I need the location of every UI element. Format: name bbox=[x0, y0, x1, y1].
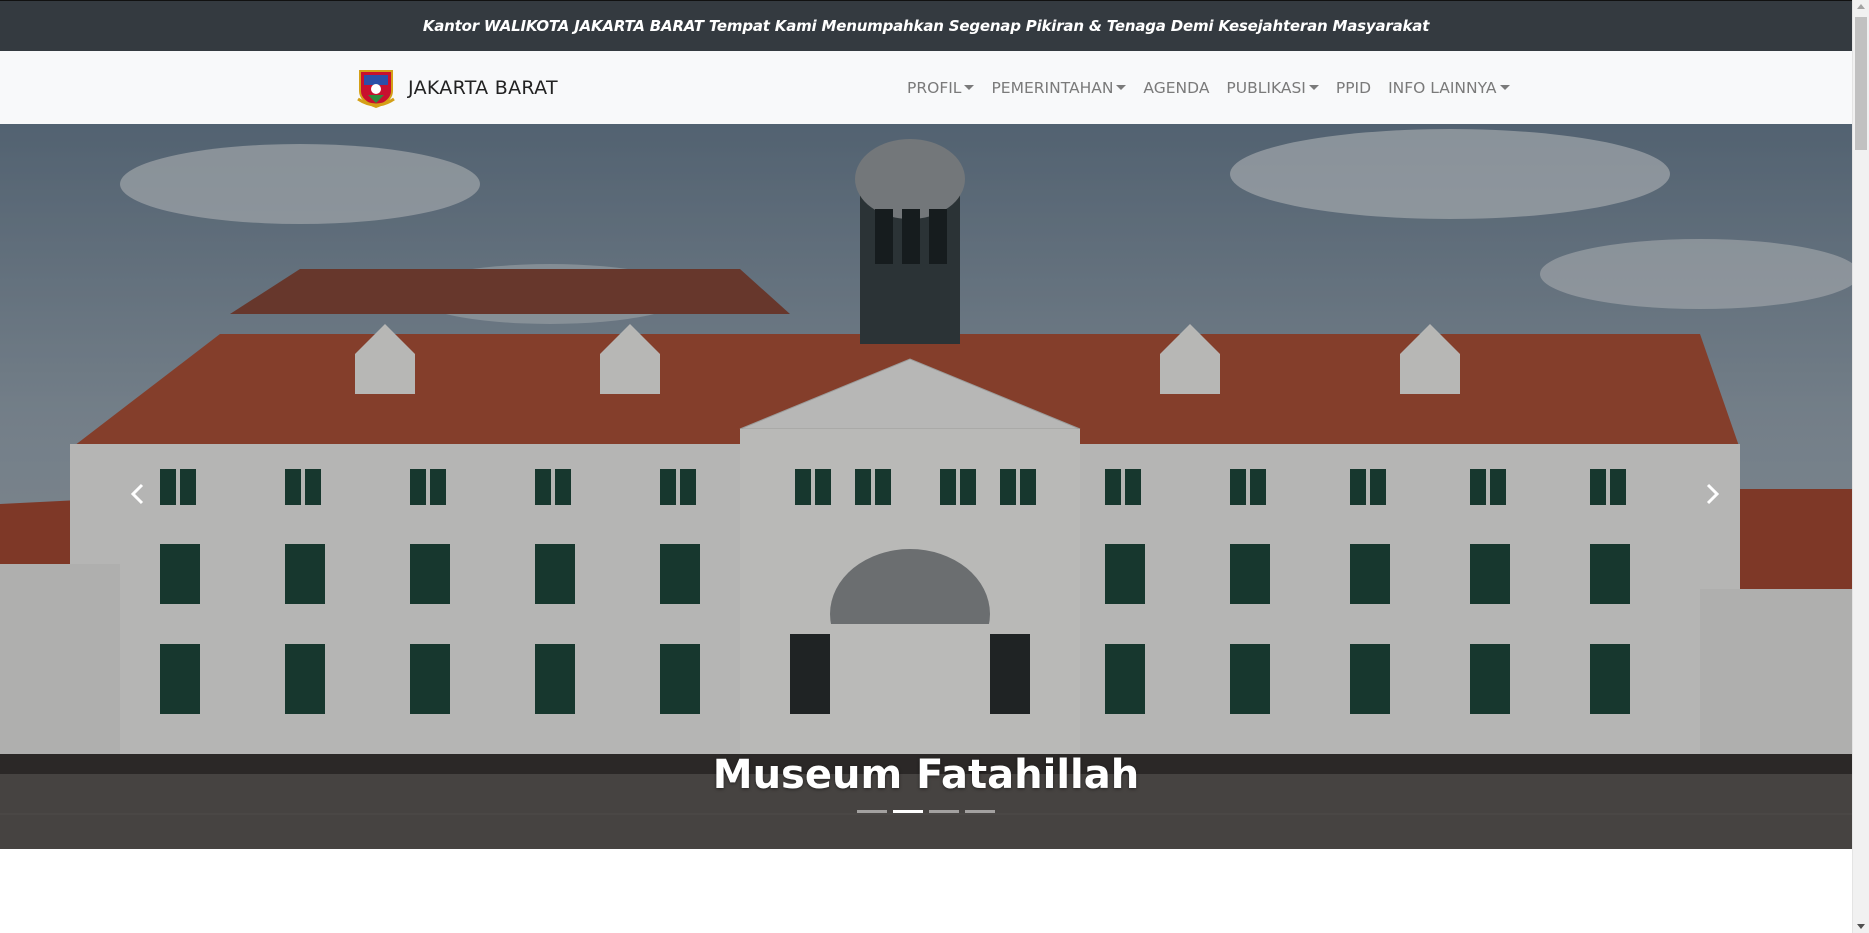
carousel-indicator-3[interactable] bbox=[929, 810, 959, 813]
caret-down-icon bbox=[1308, 85, 1319, 90]
hero-overlay bbox=[0, 124, 1852, 849]
navbar: JAKARTA BARAT PROFIL PEMERINTAHAN AGENDA… bbox=[0, 51, 1852, 124]
page: Kantor WALIKOTA JAKARTA BARAT Tempat Kam… bbox=[0, 0, 1869, 933]
scroll-thumb[interactable] bbox=[1855, 17, 1867, 150]
announcement-bar: Kantor WALIKOTA JAKARTA BARAT Tempat Kam… bbox=[0, 0, 1852, 51]
caret-down-icon bbox=[1499, 85, 1510, 90]
main-nav: PROFIL PEMERINTAHAN AGENDA PUBLIKASI PPI… bbox=[907, 51, 1527, 124]
carousel-indicators bbox=[0, 810, 1852, 813]
nav-label: PPID bbox=[1335, 78, 1372, 97]
announcement-text: Kantor WALIKOTA JAKARTA BARAT Tempat Kam… bbox=[422, 17, 1430, 35]
nav-pemerintahan[interactable]: PEMERINTAHAN bbox=[991, 78, 1127, 97]
carousel-prev-button[interactable] bbox=[118, 474, 158, 514]
caret-down-icon bbox=[1116, 85, 1127, 90]
nav-ppid[interactable]: PPID bbox=[1336, 79, 1371, 97]
slide-caption: Museum Fatahillah bbox=[712, 752, 1140, 798]
carousel-indicator-1[interactable] bbox=[857, 810, 887, 813]
nav-info-lainnya[interactable]: INFO LAINNYA bbox=[1388, 78, 1510, 97]
nav-agenda[interactable]: AGENDA bbox=[1143, 79, 1209, 97]
nav-label: PEMERINTAHAN bbox=[991, 78, 1114, 97]
brand-link[interactable]: JAKARTA BARAT bbox=[356, 67, 558, 109]
carousel-indicator-2[interactable] bbox=[893, 810, 923, 813]
brand-name: JAKARTA BARAT bbox=[408, 77, 558, 99]
hero-carousel: Museum Fatahillah bbox=[0, 124, 1852, 849]
carousel-next-button[interactable] bbox=[1692, 474, 1732, 514]
scroll-down-icon[interactable] bbox=[1857, 924, 1865, 929]
scroll-up-icon[interactable] bbox=[1857, 4, 1865, 9]
chevron-right-icon bbox=[1706, 483, 1720, 505]
nav-label: AGENDA bbox=[1143, 78, 1210, 97]
caret-down-icon bbox=[964, 85, 975, 90]
coat-of-arms-icon bbox=[356, 67, 396, 109]
nav-profil[interactable]: PROFIL bbox=[907, 78, 975, 97]
scrollbar[interactable] bbox=[1852, 0, 1869, 933]
nav-label: INFO LAINNYA bbox=[1388, 78, 1497, 97]
nav-label: PROFIL bbox=[907, 78, 962, 97]
nav-label: PUBLIKASI bbox=[1226, 78, 1306, 97]
carousel-indicator-4[interactable] bbox=[965, 810, 995, 813]
nav-publikasi[interactable]: PUBLIKASI bbox=[1226, 78, 1319, 97]
chevron-left-icon bbox=[130, 483, 144, 505]
